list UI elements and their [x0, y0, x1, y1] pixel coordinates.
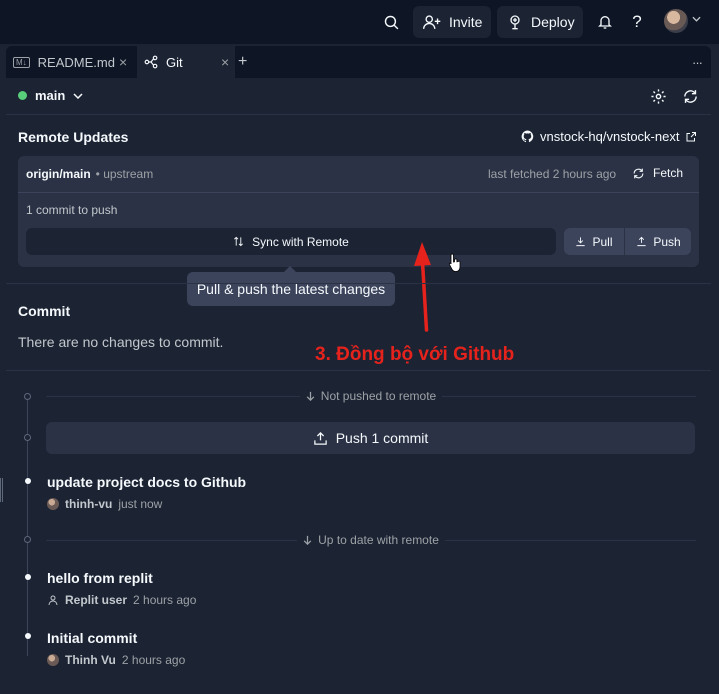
download-icon	[575, 236, 586, 247]
commit-message[interactable]: update project docs to Github	[47, 474, 246, 490]
annotation-arrow	[411, 240, 437, 332]
commit-author: Thinh Vu	[65, 653, 116, 667]
resize-handle[interactable]	[0, 478, 3, 502]
github-icon	[521, 130, 534, 143]
upstream-info: origin/main • upstream	[26, 167, 153, 181]
remote-updates-title: Remote Updates	[18, 129, 129, 145]
markdown-icon: M↓	[13, 56, 30, 68]
tab-git[interactable]: Git ×	[137, 46, 235, 78]
commit-time: 2 hours ago	[121, 653, 186, 667]
tab-readme[interactable]: M↓ README.md ×	[6, 46, 134, 78]
commit-time: 2 hours ago	[133, 593, 197, 607]
invite-button[interactable]: Invite	[413, 6, 491, 38]
commit-dot	[25, 478, 31, 484]
upstream-label: • upstream	[95, 167, 154, 181]
external-link-icon	[685, 131, 697, 143]
timeline-marker	[24, 536, 31, 543]
commit-time: just now	[118, 497, 163, 511]
not-pushed-divider: Not pushed to remote	[46, 389, 696, 403]
tab-bar: M↓ README.md × Git × + ···	[6, 46, 711, 78]
commit-meta: Replit user 2 hours ago	[47, 593, 196, 607]
last-fetched: last fetched 2 hours ago	[488, 167, 617, 181]
commit-message[interactable]: hello from replit	[47, 570, 153, 586]
settings-gear-icon[interactable]	[650, 88, 667, 105]
user-avatar[interactable]	[664, 9, 688, 33]
up-to-date-label: Up to date with remote	[318, 533, 439, 547]
divider	[6, 114, 711, 115]
sync-arrows-icon	[233, 236, 244, 247]
deploy-label: Deploy	[531, 14, 575, 30]
push-commit-label: Push 1 commit	[335, 430, 429, 446]
search-icon[interactable]	[379, 10, 403, 34]
git-branch-icon	[144, 55, 158, 69]
divider	[6, 283, 711, 284]
commit-dot	[25, 574, 31, 580]
tab-label: README.md	[37, 54, 115, 70]
branch-selector[interactable]: main	[18, 88, 83, 103]
timeline-marker	[24, 393, 31, 400]
add-user-icon	[423, 14, 441, 30]
author-avatar	[47, 498, 59, 510]
top-bar: Invite Deploy ?	[0, 0, 719, 44]
notifications-bell-icon[interactable]	[593, 10, 617, 34]
annotation-label: 3. Đồng bộ với Github	[315, 344, 515, 365]
fetch-button[interactable]: Fetch	[632, 166, 683, 180]
arrow-down-icon	[306, 391, 315, 401]
sync-with-remote-button[interactable]: Sync with Remote	[26, 228, 556, 255]
author-avatar	[47, 654, 59, 666]
no-changes-text: There are no changes to commit.	[18, 334, 224, 350]
close-icon[interactable]: ×	[221, 54, 229, 70]
more-options-icon[interactable]: ···	[692, 46, 708, 78]
push-label: Push	[653, 234, 681, 249]
status-dot	[18, 91, 27, 100]
invite-label: Invite	[449, 14, 483, 30]
arrow-down-icon	[303, 535, 312, 545]
pull-label: Pull	[592, 234, 613, 249]
upload-icon	[636, 236, 647, 247]
timeline-marker	[24, 434, 31, 441]
commit-meta: Thinh Vu 2 hours ago	[47, 653, 185, 667]
commits-to-push: 1 commit to push	[26, 203, 118, 217]
help-icon[interactable]: ?	[625, 10, 649, 34]
repo-name: vnstock-hq/vnstock-next	[540, 129, 680, 144]
user-icon	[47, 594, 59, 606]
deploy-icon	[507, 14, 523, 30]
sync-tooltip: Pull & push the latest changes	[187, 266, 395, 306]
not-pushed-label: Not pushed to remote	[320, 389, 437, 403]
commit-dot	[25, 633, 31, 639]
pull-button[interactable]: Pull	[564, 228, 625, 255]
commit-meta: thinh-vu just now	[47, 497, 162, 511]
up-to-date-divider: Up to date with remote	[46, 533, 697, 547]
commit-author: Replit user	[65, 593, 128, 607]
commit-author: thinh-vu	[65, 497, 113, 511]
branch-name: main	[35, 88, 66, 103]
fetch-label: Fetch	[653, 166, 684, 180]
refresh-icon	[632, 167, 645, 180]
push-commit-button[interactable]: Push 1 commit	[46, 422, 695, 454]
tab-label: Git	[166, 54, 183, 70]
upload-icon	[313, 431, 328, 446]
chevron-down-icon	[73, 92, 83, 99]
pull-push-group: Pull Push	[564, 228, 691, 255]
commit-section-title: Commit	[18, 303, 71, 319]
divider	[6, 370, 711, 371]
commit-message[interactable]: Initial commit	[47, 630, 137, 646]
hand-cursor-icon	[448, 252, 462, 274]
deploy-button[interactable]: Deploy	[497, 6, 583, 38]
repo-link[interactable]: vnstock-hq/vnstock-next	[521, 129, 697, 144]
refresh-icon[interactable]	[682, 88, 699, 105]
close-icon[interactable]: ×	[119, 54, 127, 70]
sync-label: Sync with Remote	[252, 234, 349, 249]
tracking-branch: origin/main	[26, 167, 91, 181]
push-button[interactable]: Push	[626, 228, 691, 255]
new-tab-button[interactable]: +	[238, 46, 256, 78]
chevron-down-icon[interactable]	[692, 16, 701, 22]
